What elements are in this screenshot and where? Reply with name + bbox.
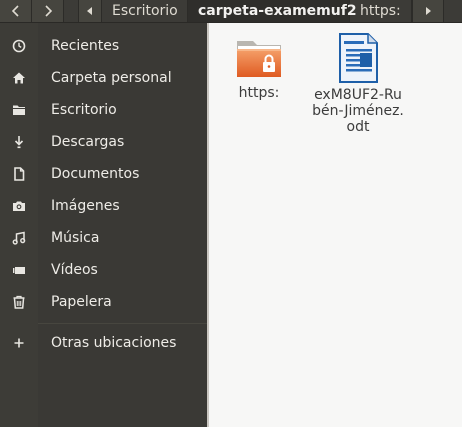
places-sidebar: Recientes Carpeta personal Escritorio De… <box>0 23 207 427</box>
path-segment-https[interactable]: https: <box>350 0 412 22</box>
sidebar-item-label: Descargas <box>51 134 125 150</box>
sidebar-divider <box>38 323 207 324</box>
sidebar-item-label: Imágenes <box>51 198 120 214</box>
sidebar-item-label: Documentos <box>51 166 140 182</box>
file-item-odt[interactable]: exM8UF2-Rubén-Jiménez.odt <box>310 33 406 135</box>
path-scroll-right-button[interactable] <box>412 0 444 22</box>
sidebar-item-recientes[interactable]: Recientes <box>0 30 207 62</box>
sidebar-item-musica[interactable]: Música <box>0 222 207 254</box>
sidebar-item-label: Carpeta personal <box>51 70 172 86</box>
sidebar-item-carpeta-personal[interactable]: Carpeta personal <box>0 62 207 94</box>
home-icon <box>0 62 38 94</box>
sidebar-item-otras-ubicaciones[interactable]: Otras ubicaciones <box>0 327 207 359</box>
locked-folder-icon <box>237 41 281 77</box>
chevron-right-icon <box>44 5 52 17</box>
file-item-https[interactable]: https: <box>211 37 307 101</box>
chevron-left-icon <box>11 5 19 17</box>
plus-icon <box>0 327 38 359</box>
clock-icon <box>0 30 38 62</box>
odt-document-icon <box>339 33 378 83</box>
sidebar-item-label: Música <box>51 230 100 246</box>
sidebar-item-label: Escritorio <box>51 102 117 118</box>
sidebar-item-label: Papelera <box>51 294 112 310</box>
sidebar-item-descargas[interactable]: Descargas <box>0 126 207 158</box>
sidebar-item-escritorio[interactable]: Escritorio <box>0 94 207 126</box>
path-scroll-left-button[interactable] <box>78 0 102 22</box>
path-segment-carpeta-examemuf2[interactable]: carpeta-examemuf2 <box>188 0 357 22</box>
folder-icon <box>0 94 38 126</box>
music-icon <box>0 222 38 254</box>
document-icon <box>0 158 38 190</box>
triangle-left-icon <box>87 7 92 15</box>
camera-icon <box>0 190 38 222</box>
sidebar-item-documentos[interactable]: Documentos <box>0 158 207 190</box>
forward-button[interactable] <box>32 0 64 22</box>
back-button[interactable] <box>0 0 32 22</box>
video-icon <box>0 254 38 286</box>
sidebar-item-label: Vídeos <box>51 262 98 278</box>
path-segment-escritorio[interactable]: Escritorio <box>102 0 188 22</box>
triangle-right-icon <box>426 7 431 15</box>
header-bar: Escritorio carpeta-examemuf2 https: <box>0 0 462 23</box>
sidebar-item-imagenes[interactable]: Imágenes <box>0 190 207 222</box>
file-name: https: <box>238 85 280 101</box>
file-name: exM8UF2-Rubén-Jiménez.odt <box>312 87 404 135</box>
sidebar-item-label: Recientes <box>51 38 120 54</box>
sidebar-item-videos[interactable]: Vídeos <box>0 254 207 286</box>
trash-icon <box>0 286 38 318</box>
download-icon <box>0 126 38 158</box>
sidebar-item-label: Otras ubicaciones <box>51 335 177 351</box>
sidebar-item-papelera[interactable]: Papelera <box>0 286 207 318</box>
file-view: https: exM8UF2-Rubén-Jiménez.odt <box>209 23 462 427</box>
